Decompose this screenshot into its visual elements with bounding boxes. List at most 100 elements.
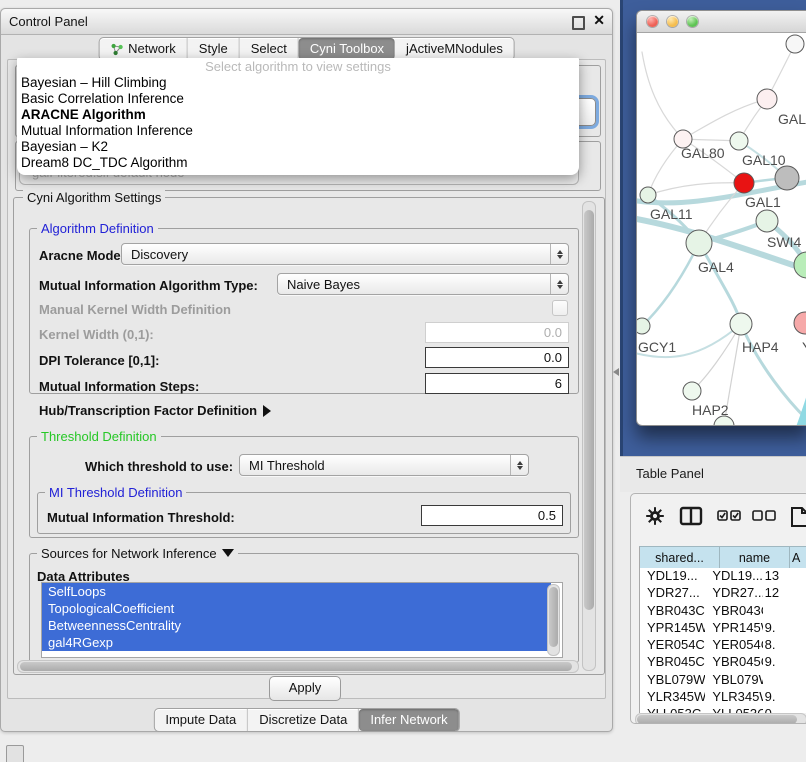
tab-cyni-toolbox[interactable]: Cyni Toolbox bbox=[299, 38, 395, 60]
mi-threshold-label: Mutual Information Threshold: bbox=[47, 510, 235, 525]
algorithm-option[interactable]: Dream8 DC_TDC Algorithm bbox=[17, 155, 579, 171]
table-row[interactable]: YER054CYER054C8. bbox=[640, 637, 806, 654]
page-icon[interactable] bbox=[789, 506, 806, 528]
algorithm-definition-legend: Algorithm Definition bbox=[37, 221, 158, 236]
tab-style[interactable]: Style bbox=[188, 38, 240, 60]
tab-discretize-data[interactable]: Discretize Data bbox=[248, 709, 359, 731]
table-body[interactable]: YDL19...YDL19...13YDR27...YDR27...12YBR0… bbox=[639, 568, 806, 713]
table-row[interactable]: YLR345WYLR345W9. bbox=[640, 689, 806, 706]
tab-select[interactable]: Select bbox=[240, 38, 299, 60]
table-header-row[interactable]: shared...nameA bbox=[639, 546, 806, 570]
network-node-label: Y bbox=[802, 339, 806, 355]
network-edge[interactable] bbox=[642, 243, 699, 326]
tab-label: Impute Data bbox=[165, 709, 236, 731]
network-edge[interactable] bbox=[648, 183, 744, 195]
tab-infer-network[interactable]: Infer Network bbox=[359, 709, 458, 731]
network-edge[interactable] bbox=[642, 52, 683, 139]
attribute-list-item-selected[interactable]: TopologicalCoefficient bbox=[42, 600, 551, 617]
attribute-list-item-selected[interactable]: gal4RGexp bbox=[42, 634, 551, 651]
algorithm-option[interactable]: Mutual Information Inference bbox=[17, 123, 579, 139]
table-row[interactable]: YBR043CYBR043C bbox=[640, 603, 806, 620]
mi-steps-field[interactable]: 6 bbox=[425, 373, 569, 394]
cyni-bottom-tabbar: Impute Data Discretize DataInfer Network bbox=[153, 708, 459, 732]
network-edge[interactable] bbox=[787, 350, 806, 425]
table-row[interactable]: YDL19...YDL19...13 bbox=[640, 568, 806, 585]
mi-threshold-field[interactable]: 0.5 bbox=[421, 505, 563, 526]
network-node-gal10[interactable] bbox=[730, 132, 748, 150]
network-node-gal1[interactable] bbox=[734, 173, 754, 193]
table-row[interactable]: YBR045CYBR045C9. bbox=[640, 654, 806, 671]
network-edge[interactable] bbox=[699, 243, 741, 324]
column-header-name[interactable]: name bbox=[720, 547, 790, 569]
network-node-gal11[interactable] bbox=[640, 187, 656, 203]
split-view-icon[interactable] bbox=[679, 506, 703, 526]
network-node-swi4[interactable] bbox=[756, 210, 778, 232]
which-threshold-label: Which threshold to use: bbox=[85, 459, 233, 474]
network-node[interactable] bbox=[786, 35, 804, 53]
network-node-hap4[interactable] bbox=[730, 313, 752, 335]
table-row[interactable]: YPR145WYPR145W9. bbox=[640, 620, 806, 637]
dpi-tolerance-field[interactable]: 0.0 bbox=[425, 347, 569, 368]
hub-definition-toggle[interactable]: Hub/Transcription Factor Definition bbox=[39, 403, 271, 418]
dock-panel-icon[interactable] bbox=[6, 745, 24, 762]
stepper-icon bbox=[550, 244, 568, 264]
kernel-width-field[interactable]: 0.0 bbox=[425, 322, 569, 343]
network-icon bbox=[110, 43, 123, 56]
network-node-y[interactable] bbox=[794, 312, 806, 334]
deselect-all-icon[interactable] bbox=[752, 510, 776, 522]
gear-icon[interactable] bbox=[645, 506, 665, 526]
sources-legend[interactable]: Sources for Network Inference bbox=[37, 546, 238, 561]
network-node-gal4[interactable] bbox=[686, 230, 712, 256]
network-node-gal[interactable] bbox=[757, 89, 777, 109]
settings-vertical-scrollbar[interactable] bbox=[582, 201, 596, 671]
which-threshold-combobox[interactable]: MI Threshold bbox=[239, 454, 529, 476]
network-edge[interactable] bbox=[692, 324, 741, 391]
table-row[interactable]: YBL079WYBL079W bbox=[640, 672, 806, 689]
mac-minimize-icon[interactable] bbox=[667, 16, 678, 27]
table-cell: 9. bbox=[763, 689, 806, 706]
attribute-list[interactable]: SelfLoopsTopologicalCoefficientBetweenne… bbox=[41, 582, 563, 658]
select-all-icon[interactable] bbox=[717, 510, 741, 522]
network-canvas[interactable]: GALGAL80GAL10GAL1GAL11GAL4SWI4GCY1HAP4YH… bbox=[637, 32, 806, 425]
network-node-hap2[interactable] bbox=[683, 382, 701, 400]
network-node[interactable] bbox=[775, 166, 799, 190]
aracne-mode-combobox[interactable]: Discovery bbox=[121, 243, 569, 265]
table-row[interactable]: YLL053CYLL053C0. bbox=[640, 706, 806, 713]
network-edge[interactable] bbox=[683, 99, 767, 139]
table-row[interactable]: YDR27...YDR27...12 bbox=[640, 585, 806, 602]
tab-jactivemnodules[interactable]: jActiveMNodules bbox=[395, 38, 514, 60]
attribute-list-item-selected[interactable]: BetweennessCentrality bbox=[42, 617, 551, 634]
float-window-icon[interactable] bbox=[572, 16, 585, 30]
table-horizontal-scrollbar[interactable] bbox=[635, 713, 806, 724]
table-cell: YDR27... bbox=[640, 585, 705, 602]
mi-threshold-legend: MI Threshold Definition bbox=[45, 485, 186, 500]
table-cell bbox=[763, 672, 806, 689]
table-cell: 8. bbox=[763, 637, 806, 654]
mi-type-combobox[interactable]: Naive Bayes bbox=[277, 273, 569, 295]
settings-horizontal-scrollbar[interactable] bbox=[17, 660, 579, 673]
network-node[interactable] bbox=[794, 252, 806, 278]
table-panel: shared...nameA YDL19...YDL19...13YDR27..… bbox=[630, 493, 806, 724]
mac-zoom-icon[interactable] bbox=[687, 16, 698, 27]
splitpane-collapse-handle[interactable] bbox=[613, 368, 619, 376]
algorithm-option[interactable]: ARACNE Algorithm bbox=[17, 107, 579, 123]
mac-close-icon[interactable] bbox=[647, 16, 658, 27]
network-node-gcy1[interactable] bbox=[637, 318, 650, 334]
table-cell: 0. bbox=[763, 706, 806, 713]
close-icon[interactable]: ✕ bbox=[593, 12, 605, 29]
network-node-label: GAL10 bbox=[742, 152, 786, 168]
tab-impute-data[interactable]: Impute Data bbox=[154, 709, 248, 731]
column-header-shared[interactable]: shared... bbox=[640, 547, 720, 569]
network-node-label: GAL1 bbox=[745, 194, 781, 210]
network-edge[interactable] bbox=[648, 139, 683, 195]
algorithm-option[interactable]: Basic Correlation Inference bbox=[17, 91, 579, 107]
algorithm-option[interactable]: Bayesian – K2 bbox=[17, 139, 579, 155]
column-header-a[interactable]: A bbox=[790, 547, 806, 569]
attribute-list-scrollbar[interactable] bbox=[547, 584, 560, 656]
network-view-frame: GALGAL80GAL10GAL1GAL11GAL4SWI4GCY1HAP4YH… bbox=[620, 0, 806, 456]
manual-kernel-checkbox[interactable] bbox=[552, 300, 568, 316]
apply-button[interactable]: Apply bbox=[269, 676, 341, 701]
tab-network[interactable]: Network bbox=[99, 38, 188, 60]
attribute-list-item-selected[interactable]: SelfLoops bbox=[42, 583, 551, 600]
algorithm-option[interactable]: Bayesian – Hill Climbing bbox=[17, 75, 579, 91]
